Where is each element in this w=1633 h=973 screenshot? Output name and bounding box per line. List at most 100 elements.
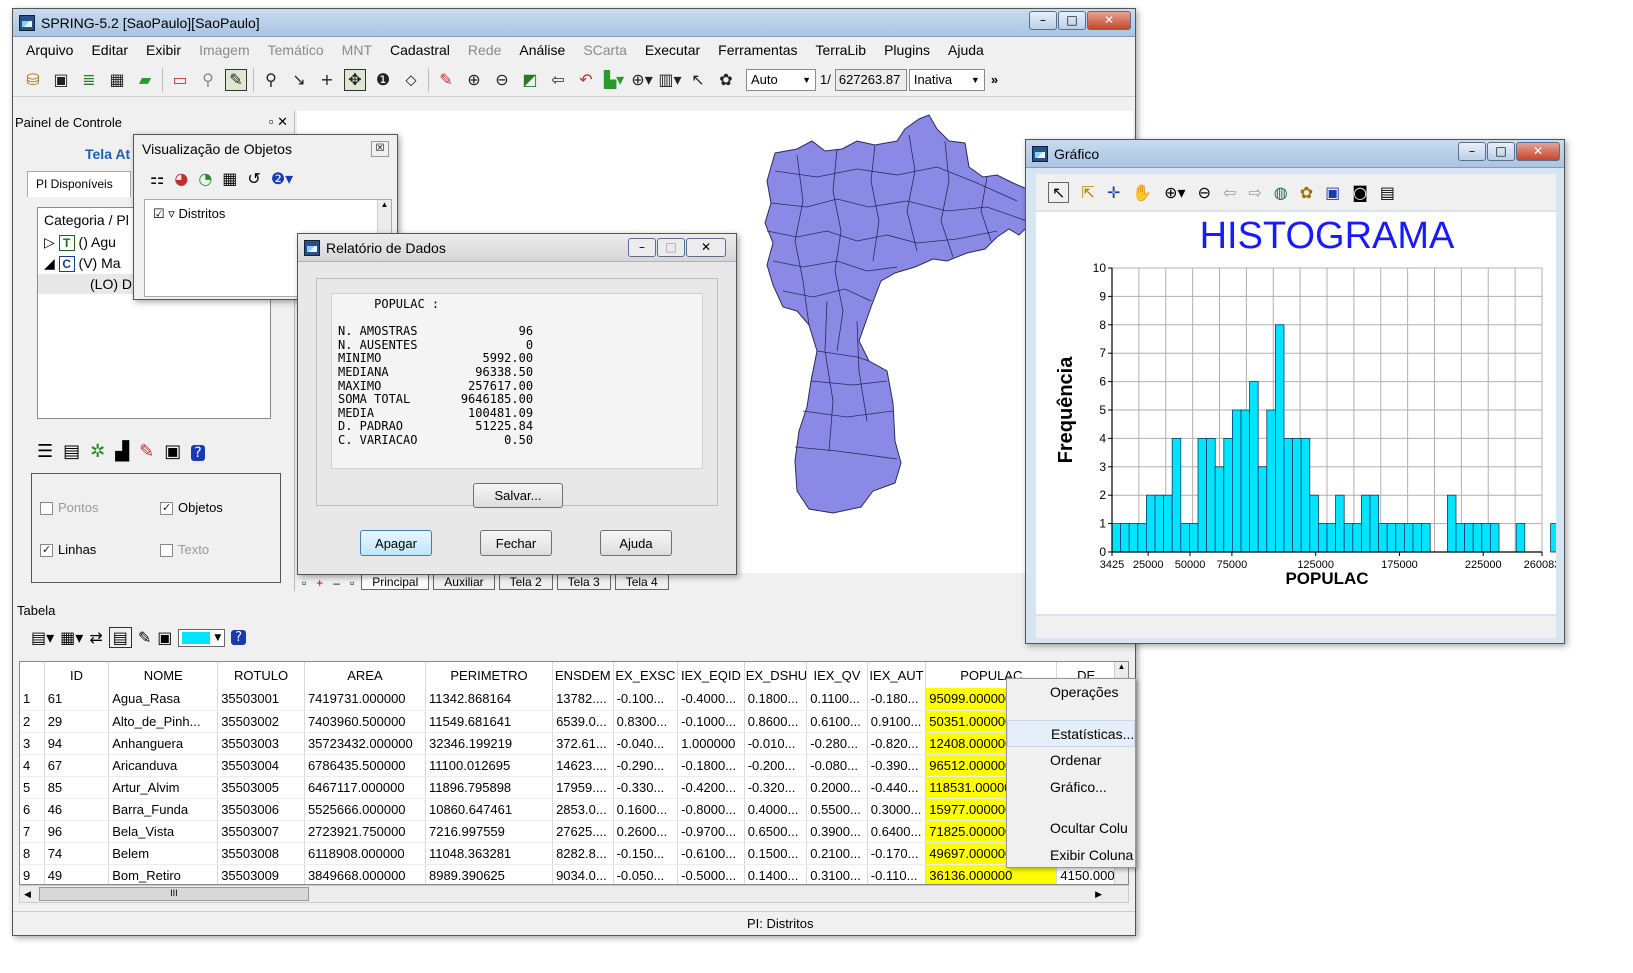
menu-item-editar[interactable]: Editar: [82, 42, 137, 58]
crosshair-icon[interactable]: ✛: [1107, 183, 1120, 202]
grid-icon[interactable]: ▦: [106, 69, 128, 91]
table-cell[interactable]: 0.1400...: [744, 864, 808, 884]
table-cell[interactable]: 35503001: [217, 688, 305, 711]
list-icon[interactable]: ☰: [37, 441, 63, 462]
tab-tela-3[interactable]: Tela 3: [556, 575, 611, 590]
object-icon[interactable]: ▰: [134, 69, 156, 91]
properties-icon[interactable]: ▤: [1380, 183, 1395, 202]
table-cell[interactable]: -0.9700...: [677, 820, 745, 843]
table-cell[interactable]: 35503003: [217, 732, 305, 755]
context-menu-item[interactable]: Gráfico...: [1007, 774, 1135, 801]
table-cell[interactable]: 372.61...: [552, 732, 614, 755]
table-cell[interactable]: 8282.8...: [552, 842, 614, 865]
save-report-button[interactable]: Salvar...: [473, 483, 563, 508]
hierarchy-icon[interactable]: ⚏: [150, 169, 164, 188]
table-help-icon[interactable]: ?: [231, 630, 247, 645]
zoom-out-icon[interactable]: ⊖: [1198, 183, 1211, 202]
pan-hand-icon[interactable]: ✋: [1132, 183, 1152, 202]
legend-icon[interactable]: ⚲: [197, 69, 219, 91]
palette-icon[interactable]: ✿: [715, 69, 737, 91]
table-cell[interactable]: -0.080...: [806, 754, 868, 777]
table-cell[interactable]: 0.1100...: [806, 688, 868, 711]
table-cell[interactable]: 14623....: [552, 754, 614, 777]
table-cell[interactable]: 0.4000...: [744, 798, 808, 821]
table-row[interactable]: 9 49 Bom_Retiro 35503009 3849668.000000 8989.…: [20, 864, 1116, 884]
table-cell[interactable]: 0.5500...: [806, 798, 868, 821]
pencil-icon[interactable]: ✎: [139, 441, 164, 462]
apagar-button[interactable]: Apagar: [360, 530, 432, 556]
menu-item-scarta[interactable]: SCarta: [574, 42, 636, 58]
menu-item-analise[interactable]: Análise: [510, 42, 574, 58]
menu-item-executar[interactable]: Executar: [636, 42, 709, 58]
table-cell[interactable]: 74: [44, 842, 110, 865]
table-cell[interactable]: -0.200...: [744, 754, 808, 777]
table-cell[interactable]: 9034.0...: [552, 864, 614, 884]
relatorio-close-button[interactable]: ✕: [686, 238, 726, 257]
table-cell[interactable]: -0.110...: [867, 864, 927, 884]
table-row[interactable]: 7 96 Bela_Vista 35503007 2723921.750000 7216.…: [20, 820, 1116, 843]
table-cell[interactable]: 17959....: [552, 776, 614, 799]
table-select-icon[interactable]: ▤▾: [31, 628, 54, 647]
table-cell[interactable]: Agua_Rasa: [108, 688, 219, 711]
table-cell[interactable]: 1.000000: [677, 732, 745, 755]
table-cell[interactable]: 11342.868164: [425, 688, 554, 711]
zoom-scale-icon[interactable]: ⊕▾: [631, 69, 653, 91]
nav-first-icon[interactable]: ▫: [299, 575, 310, 590]
tag-icon[interactable]: ⬦: [400, 69, 422, 91]
table-cell[interactable]: 11896.795898: [425, 776, 554, 799]
table-cell[interactable]: 0.3000...: [867, 798, 927, 821]
row-number[interactable]: 2: [20, 710, 45, 733]
table-cell[interactable]: -0.5000...: [677, 864, 745, 884]
grafico-close-button[interactable]: ✕: [1516, 142, 1560, 161]
menu-item-rede[interactable]: Rede: [459, 42, 510, 58]
table-cell[interactable]: 0.6500...: [744, 820, 808, 843]
context-menu-item[interactable]: Estatísticas...: [1007, 720, 1135, 747]
table-cell[interactable]: 11048.363281: [425, 842, 554, 865]
pontos-checkbox[interactable]: Pontos: [40, 500, 98, 516]
table-cell[interactable]: Bom_Retiro: [108, 864, 219, 884]
table-row[interactable]: 5 85 Artur_Alvim 35503005 6467117.000000 1189…: [20, 776, 1116, 799]
table-cell[interactable]: 61: [44, 688, 110, 711]
column-header[interactable]: PERIMETRO: [425, 662, 554, 688]
table-edit-icon[interactable]: ✎: [138, 628, 151, 647]
table-cell[interactable]: -0.1800...: [677, 754, 745, 777]
project-icon[interactable]: ▣: [50, 69, 72, 91]
tab-principal[interactable]: Principal: [361, 575, 430, 590]
menu-item-ajuda[interactable]: Ajuda: [939, 42, 993, 58]
minimize-button[interactable]: –: [1029, 11, 1057, 30]
relatorio-minimize-button[interactable]: –: [628, 238, 656, 257]
table-cell[interactable]: 10860.647461: [425, 798, 554, 821]
table-cell[interactable]: 0.2100...: [806, 842, 868, 865]
nav-add-icon[interactable]: +: [313, 575, 327, 590]
table-save-icon[interactable]: ▣: [157, 628, 172, 647]
menu-item-ferramentas[interactable]: Ferramentas: [709, 42, 806, 58]
menu-item-exibir[interactable]: Exibir: [137, 42, 190, 58]
table-view-icon[interactable]: ▤: [108, 627, 132, 648]
layers-icon[interactable]: ≣: [78, 69, 100, 91]
table-cell[interactable]: 0.8300...: [613, 710, 679, 733]
screen-icon[interactable]: ▭: [169, 69, 191, 91]
crosshair-icon[interactable]: +: [316, 69, 338, 91]
nav-last-icon[interactable]: ▫: [346, 575, 358, 590]
close-button[interactable]: ✕: [1087, 11, 1131, 30]
table-cell[interactable]: 3849668.000000: [304, 864, 426, 884]
pencil-icon[interactable]: ✎: [435, 69, 457, 91]
table-cell[interactable]: 7419731.000000: [304, 688, 426, 711]
table-row[interactable]: 4 67 Aricanduva 35503004 6786435.500000 11100…: [20, 754, 1116, 777]
table-cell[interactable]: 2723921.750000: [304, 820, 426, 843]
menu-item-arquivo[interactable]: Arquivo: [17, 42, 82, 58]
scale-mode-select[interactable]: Auto ▼: [746, 68, 816, 91]
row-number[interactable]: 9: [20, 864, 45, 884]
scroll-thumb[interactable]: III: [38, 887, 309, 901]
table-cell[interactable]: 85: [44, 776, 110, 799]
nav-remove-icon[interactable]: –: [330, 575, 343, 590]
context-menu-item[interactable]: Ocultar Colu: [1007, 815, 1135, 842]
table-row[interactable]: 1 61 Agua_Rasa 35503001 7419731.000000 11342.…: [20, 688, 1116, 711]
column-header[interactable]: ID: [44, 662, 110, 688]
zoom-in-icon[interactable]: ⊕▾: [1164, 183, 1185, 202]
table-cell[interactable]: 0.9100...: [867, 710, 927, 733]
zoom-in-icon[interactable]: ⊕: [463, 69, 485, 91]
table-cell[interactable]: 96: [44, 820, 110, 843]
table-columns-icon[interactable]: ▦▾: [60, 628, 83, 647]
table-cell[interactable]: 0.1600...: [613, 798, 679, 821]
